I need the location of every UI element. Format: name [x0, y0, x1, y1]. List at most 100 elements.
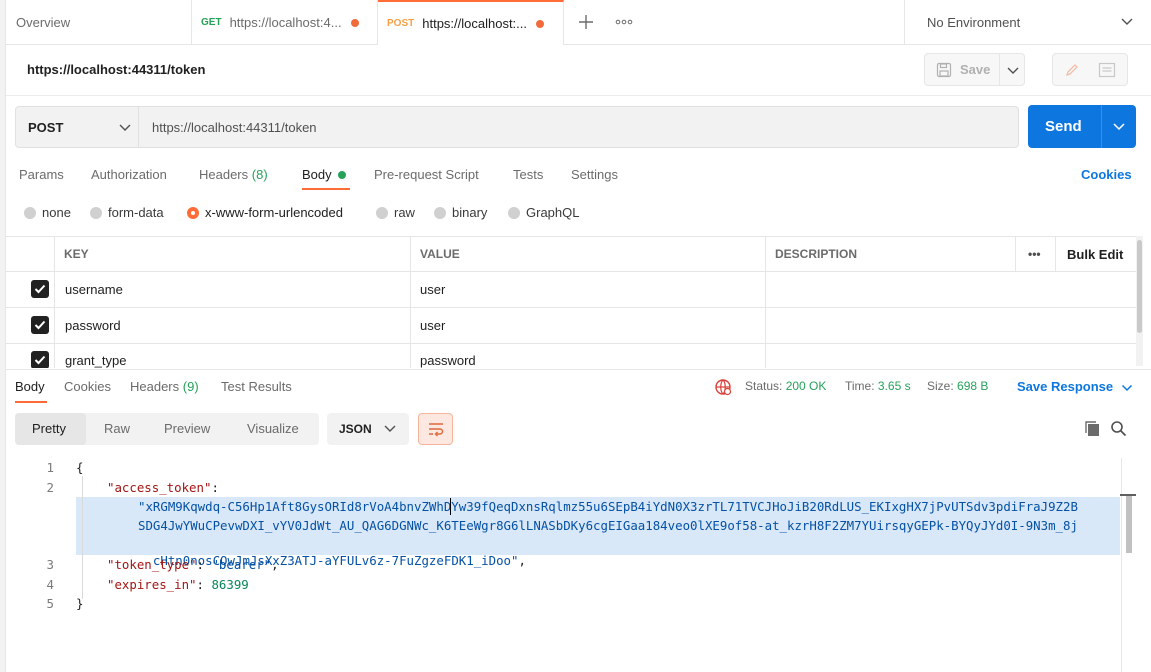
divider: [765, 237, 766, 368]
response-size: Size: 698 B: [927, 379, 988, 393]
response-tab-headers[interactable]: Headers (9): [130, 379, 199, 394]
radio-graphql[interactable]: GraphQL: [508, 205, 579, 220]
code-line: "token_type": "bearer",: [107, 557, 279, 572]
save-button[interactable]: Save: [924, 53, 1025, 86]
tab-headers[interactable]: Headers (8): [199, 167, 268, 182]
environment-label: No Environment: [927, 15, 1021, 30]
response-tab-test-results[interactable]: Test Results: [221, 379, 292, 394]
format-visualize[interactable]: Visualize: [247, 421, 299, 436]
tab-params[interactable]: Params: [19, 167, 64, 182]
line-number: 3: [46, 557, 54, 572]
chevron-down-icon[interactable]: [1006, 66, 1020, 76]
row-key[interactable]: username: [65, 282, 123, 297]
radio-circle-selected: [187, 206, 199, 219]
row-checkbox[interactable]: [31, 280, 49, 298]
save-response-button[interactable]: Save Response: [1017, 379, 1133, 394]
indent-guide: [82, 476, 83, 599]
url-input[interactable]: [139, 106, 1019, 148]
tab-get-request[interactable]: GET https://localhost:4...: [192, 0, 378, 45]
code-scrollbar[interactable]: [1121, 458, 1135, 672]
edit-toolbar: [1052, 53, 1128, 86]
check-icon: [34, 284, 46, 294]
tab-body-label: Body: [302, 167, 332, 182]
divider: [6, 95, 1151, 96]
radio-label: binary: [452, 205, 488, 220]
globe-icon[interactable]: [714, 378, 732, 396]
params-table: KEY VALUE DESCRIPTION ••• Bulk Edit user…: [6, 236, 1136, 368]
response-tab-headers-label: Headers: [130, 379, 180, 394]
more-options-icon[interactable]: •••: [1028, 237, 1041, 272]
language-select[interactable]: JSON: [327, 413, 409, 445]
radio-label: none: [42, 205, 71, 220]
format-pretty[interactable]: Pretty: [32, 421, 66, 436]
check-icon: [34, 355, 46, 365]
row-value[interactable]: user: [420, 318, 445, 333]
send-button[interactable]: Send: [1028, 105, 1136, 148]
code-close-brace: }: [76, 596, 84, 611]
size-label: Size:: [927, 379, 954, 393]
chevron-down-icon[interactable]: [1112, 122, 1126, 132]
row-checkbox[interactable]: [31, 351, 49, 368]
radio-form-data[interactable]: form-data: [90, 205, 164, 220]
tab-tests[interactable]: Tests: [513, 167, 543, 182]
chevron-down-icon: [119, 124, 131, 131]
active-tab-underline: [15, 401, 47, 403]
body-indicator-dot-icon: [338, 171, 347, 179]
radio-label: GraphQL: [526, 205, 580, 220]
code-scroll-thumb[interactable]: [1126, 495, 1132, 553]
divider: [6, 307, 1136, 308]
divider: [410, 237, 411, 368]
time-value: 3.65 s: [877, 379, 911, 393]
tab-overview[interactable]: Overview: [6, 0, 192, 45]
wrap-lines-button[interactable]: [418, 413, 453, 445]
radio-none[interactable]: none: [24, 205, 71, 220]
comment-icon[interactable]: [1098, 62, 1116, 78]
radio-x-www-form-urlencoded[interactable]: x-www-form-urlencoded: [187, 205, 343, 220]
row-key[interactable]: grant_type: [65, 353, 126, 368]
more-tabs-icon[interactable]: [615, 16, 633, 28]
pencil-icon[interactable]: [1064, 62, 1080, 78]
time-label: Time:: [845, 379, 875, 393]
cookies-link[interactable]: Cookies: [1081, 167, 1132, 182]
response-tab-body[interactable]: Body: [15, 379, 45, 394]
code-line: "access_token":: [107, 480, 219, 495]
radio-label: raw: [394, 205, 415, 220]
search-icon[interactable]: [1110, 420, 1127, 437]
bulk-edit-button[interactable]: Bulk Edit: [1067, 237, 1124, 272]
response-headers-count: (9): [182, 379, 199, 394]
pane-splitter[interactable]: [6, 369, 1151, 370]
tab-prerequest-script[interactable]: Pre-request Script: [374, 167, 479, 182]
json-string-value: "bearer": [211, 557, 272, 572]
radio-raw[interactable]: raw: [376, 205, 415, 220]
row-value[interactable]: user: [420, 282, 445, 297]
radio-circle: [90, 206, 102, 219]
response-tab-cookies[interactable]: Cookies: [64, 379, 111, 394]
method-select[interactable]: POST: [15, 106, 139, 148]
tab-body[interactable]: Body: [302, 167, 347, 182]
code-open-brace: {: [76, 460, 84, 475]
status-value: 200 OK: [785, 379, 827, 393]
copy-icon[interactable]: [1084, 420, 1101, 437]
save-response-label: Save Response: [1017, 379, 1114, 394]
format-preview[interactable]: Preview: [164, 421, 210, 436]
divider: [999, 54, 1000, 85]
size-value: 698 B: [957, 379, 989, 393]
send-label: Send: [1045, 118, 1082, 135]
divider: [54, 237, 55, 368]
tab-settings[interactable]: Settings: [571, 167, 618, 182]
headers-count: (8): [251, 167, 268, 182]
unsaved-dot-icon: [536, 20, 544, 28]
radio-binary[interactable]: binary: [434, 205, 487, 220]
format-raw[interactable]: Raw: [104, 421, 130, 436]
scroll-position-marker: [1120, 494, 1136, 496]
tab-authorization[interactable]: Authorization: [91, 167, 167, 182]
row-checkbox[interactable]: [31, 316, 49, 334]
row-value[interactable]: password: [420, 353, 476, 368]
status-label: Status:: [745, 379, 783, 393]
wrap-lines-icon: [429, 423, 444, 437]
new-tab-plus-icon[interactable]: [577, 12, 595, 32]
tab-post-request[interactable]: POST https://localhost:...: [378, 0, 564, 45]
row-key[interactable]: password: [65, 318, 121, 333]
environment-selector[interactable]: No Environment: [904, 0, 1151, 45]
table-scroll-thumb[interactable]: [1137, 240, 1142, 333]
